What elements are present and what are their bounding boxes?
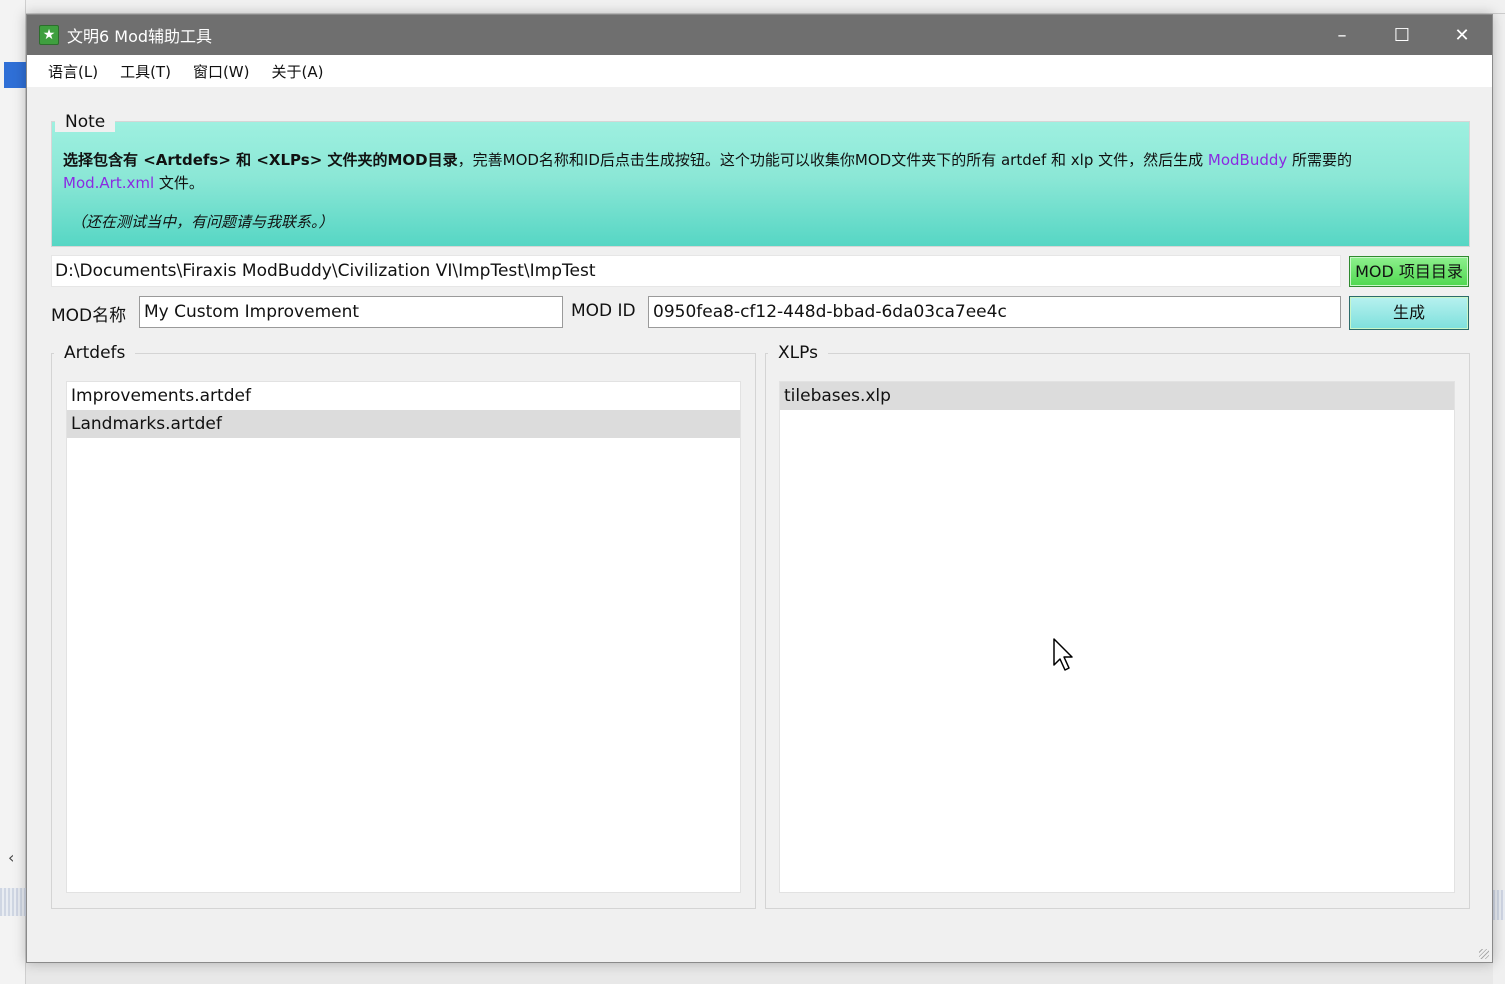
note-body-text: ，完善MOD名称和ID后点击生成按钮。这个功能可以收集你MOD文件夹下的所有 a… bbox=[457, 151, 1204, 169]
note-bold-text: 选择包含有 <Artdefs> 和 <XLPs> 文件夹的MOD目录 bbox=[63, 151, 458, 169]
note-body-text-2: 所需要的 bbox=[1287, 151, 1353, 169]
xlps-list[interactable]: tilebases.xlp bbox=[779, 381, 1455, 893]
background-app-tab bbox=[4, 62, 26, 88]
window-title: 文明6 Mod辅助工具 bbox=[67, 27, 213, 46]
background-pattern-right bbox=[1493, 890, 1505, 920]
modbuddy-link[interactable]: ModBuddy bbox=[1208, 151, 1287, 169]
mouse-cursor-icon bbox=[1053, 638, 1073, 671]
mod-id-label: MOD ID bbox=[571, 301, 636, 321]
background-app-toolbar bbox=[26, 0, 1505, 14]
menu-window[interactable]: 窗口(W) bbox=[182, 57, 261, 86]
mod-name-input[interactable]: My Custom Improvement bbox=[139, 296, 563, 328]
window-controls: – ☐ ✕ bbox=[1312, 15, 1492, 55]
note-body-text-3: 文件。 bbox=[154, 174, 204, 192]
resize-grip-icon[interactable] bbox=[1479, 949, 1489, 959]
scroll-left-icon: ‹ bbox=[8, 848, 15, 867]
artdefs-title: Artdefs bbox=[54, 343, 136, 363]
background-app-edge: ‹ bbox=[0, 0, 26, 984]
xlps-title: XLPs bbox=[768, 343, 828, 363]
minimize-button[interactable]: – bbox=[1312, 15, 1372, 55]
list-item[interactable]: Improvements.artdef bbox=[67, 382, 740, 410]
close-button[interactable]: ✕ bbox=[1432, 15, 1492, 55]
menu-language[interactable]: 语言(L) bbox=[37, 57, 109, 86]
mod-name-label: MOD名称 bbox=[51, 306, 127, 326]
background-pattern bbox=[0, 888, 26, 916]
note-text: 选择包含有 <Artdefs> 和 <XLPs> 文件夹的MOD目录，完善MOD… bbox=[63, 149, 1453, 195]
menu-about[interactable]: 关于(A) bbox=[260, 57, 334, 86]
list-item[interactable]: tilebases.xlp bbox=[780, 382, 1454, 410]
main-window: ★ 文明6 Mod辅助工具 – ☐ ✕ 语言(L) 工具(T) 窗口(W) 关于… bbox=[26, 14, 1493, 963]
note-title: Note bbox=[55, 112, 116, 132]
mod-directory-button[interactable]: MOD 项目目录 bbox=[1349, 256, 1469, 287]
mod-id-input[interactable]: 0950fea8-cf12-448d-bbad-6da03ca7ee4c bbox=[648, 296, 1341, 328]
app-icon: ★ bbox=[39, 25, 59, 45]
artdefs-list[interactable]: Improvements.artdef Landmarks.artdef bbox=[66, 381, 741, 893]
title-bar[interactable]: ★ 文明6 Mod辅助工具 – ☐ ✕ bbox=[27, 15, 1492, 55]
note-subnote: （还在测试当中，有问题请与我联系。） bbox=[71, 213, 334, 231]
maximize-button[interactable]: ☐ bbox=[1372, 15, 1432, 55]
mod-directory-field[interactable]: D:\Documents\Firaxis ModBuddy\Civilizati… bbox=[51, 255, 1341, 287]
generate-button[interactable]: 生成 bbox=[1349, 296, 1469, 330]
background-app-edge-right bbox=[1493, 14, 1505, 984]
list-item[interactable]: Landmarks.artdef bbox=[67, 410, 740, 438]
menu-tools[interactable]: 工具(T) bbox=[109, 57, 182, 86]
mod-art-xml-link[interactable]: Mod.Art.xml bbox=[63, 174, 154, 192]
menu-bar: 语言(L) 工具(T) 窗口(W) 关于(A) bbox=[27, 55, 1492, 87]
